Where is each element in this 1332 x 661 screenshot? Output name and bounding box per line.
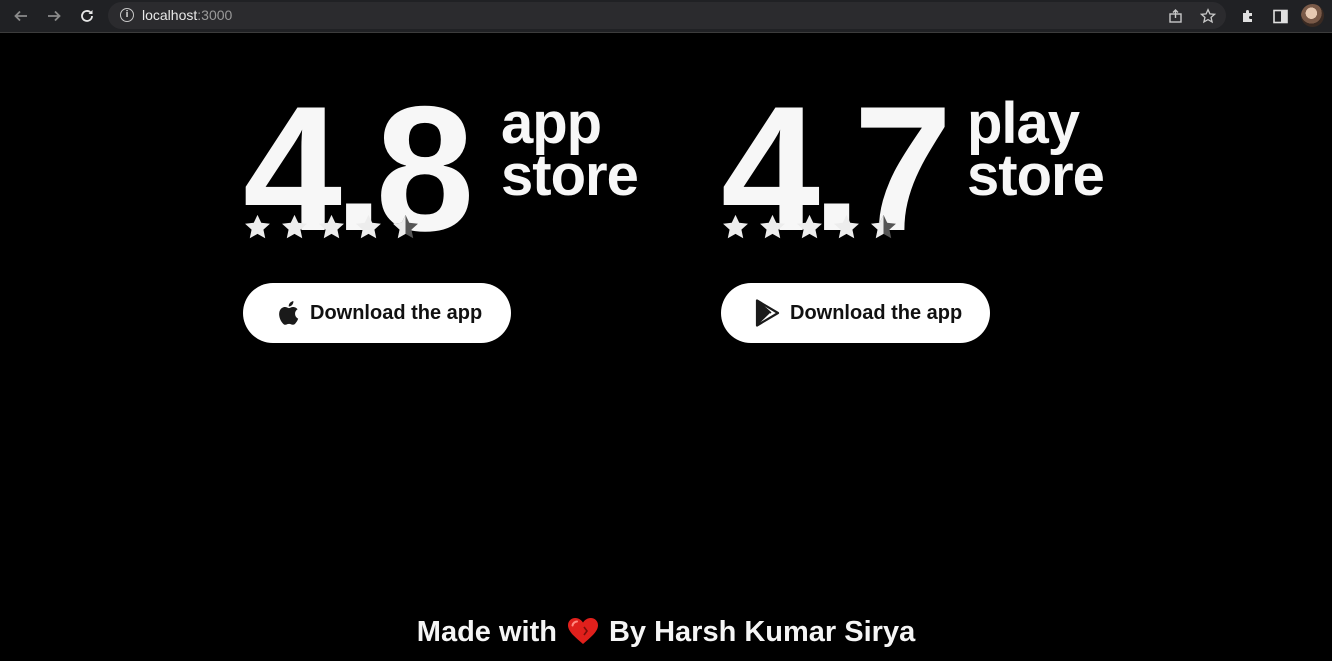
star-icon: [797, 214, 822, 239]
footer-author: By Harsh Kumar Sirya: [608, 616, 916, 648]
info-icon[interactable]: i: [120, 8, 134, 22]
star-icon: [356, 214, 381, 239]
half-star-icon: [393, 214, 418, 239]
profile-avatar[interactable]: [1301, 4, 1324, 27]
side-panel-icon[interactable]: [1269, 5, 1291, 27]
forward-arrow-icon[interactable]: [42, 4, 66, 28]
star-bookmark-icon[interactable]: [1198, 6, 1218, 26]
star-icon: [760, 214, 785, 239]
footer-credit: Made with By Harsh Kumar Sirya: [0, 616, 1332, 653]
google-play-icon: [755, 299, 780, 327]
app-store-stars: [243, 213, 420, 242]
app-store-label: app store: [501, 91, 639, 208]
play-store-label: play store: [967, 91, 1105, 208]
play-store-download-button[interactable]: Download the app: [721, 283, 990, 343]
star-icon: [834, 214, 859, 239]
heart-icon: [567, 617, 599, 653]
address-bar[interactable]: i localhost:3000: [108, 2, 1226, 29]
star-icon: [723, 214, 748, 239]
reload-icon[interactable]: [75, 4, 99, 28]
back-arrow-icon[interactable]: [9, 4, 33, 28]
star-icon: [282, 214, 307, 239]
apple-icon: [279, 301, 299, 325]
browser-toolbar: i localhost:3000: [0, 0, 1332, 33]
half-star-icon: [871, 214, 896, 239]
star-icon: [319, 214, 344, 239]
app-store-download-button[interactable]: Download the app: [243, 283, 511, 343]
url-text[interactable]: localhost:3000: [142, 7, 232, 23]
play-store-stars: [721, 213, 898, 242]
star-icon: [245, 214, 270, 239]
footer-made-with: Made with: [416, 616, 557, 648]
extensions-puzzle-icon[interactable]: [1237, 5, 1259, 27]
share-icon[interactable]: [1166, 6, 1186, 26]
